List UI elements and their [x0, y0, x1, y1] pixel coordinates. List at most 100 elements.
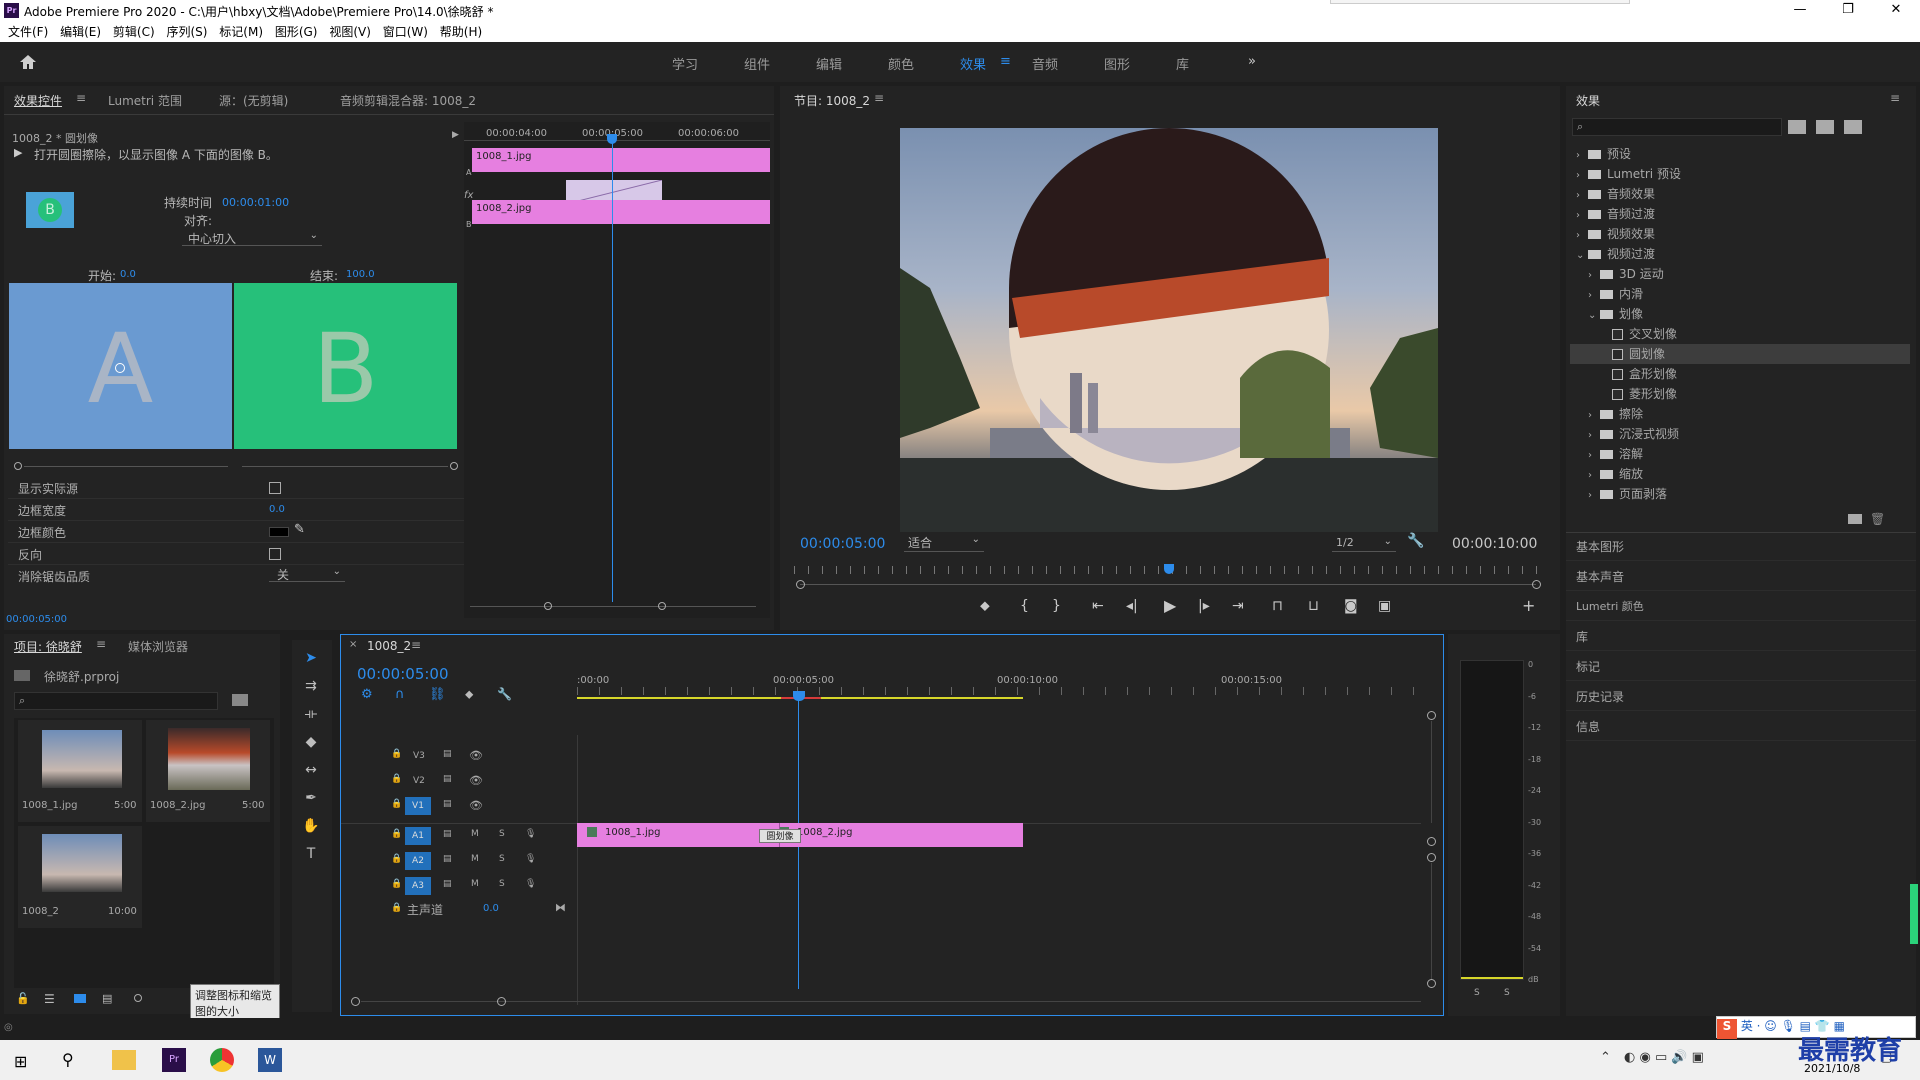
word-icon[interactable]: W — [258, 1048, 282, 1072]
minimize-button[interactable]: — — [1780, 2, 1820, 20]
program-playhead[interactable] — [1164, 564, 1174, 574]
effects-panel-title[interactable]: 效果 — [1576, 92, 1600, 109]
a2-sync-icon[interactable]: ▤ — [443, 854, 452, 864]
mini-clip-a[interactable]: 1008_1.jpg — [472, 148, 770, 172]
32bit-effects-icon[interactable] — [1816, 120, 1834, 134]
v2-lock-icon[interactable]: 🔒 — [391, 774, 402, 784]
tray-icons[interactable]: ◐ ◉ ▭ 🔊 ▣ — [1624, 1050, 1704, 1065]
program-monitor-title[interactable]: 节目: 1008_2 — [794, 92, 870, 109]
workspace-assembly[interactable]: 组件 — [744, 54, 770, 73]
chevron-right-icon[interactable]: › — [1588, 426, 1600, 446]
fit-dropdown[interactable]: 适合 ⌄ — [904, 534, 984, 552]
menu-edit[interactable]: 编辑(E) — [60, 22, 101, 42]
go-to-end-icon[interactable]: ⧓ — [555, 901, 566, 914]
mark-in-icon[interactable]: { — [1020, 598, 1029, 614]
a1-lock-icon[interactable]: 🔒 — [391, 829, 402, 839]
effects-tree-item[interactable]: › Lumetri 预设 — [1570, 164, 1910, 184]
selection-tool-icon[interactable]: ➤ — [300, 650, 322, 668]
maximize-button[interactable]: ❐ — [1828, 2, 1868, 20]
workspace-effects[interactable]: 效果 — [960, 54, 986, 73]
eyedropper-icon[interactable]: ✎ — [294, 522, 305, 537]
program-zoom-left[interactable] — [796, 580, 805, 589]
reverse-checkbox[interactable] — [269, 548, 281, 560]
panel-info[interactable]: 信息 — [1576, 718, 1600, 735]
anti-aliasing-dropdown[interactable]: 关 ⌄ — [269, 566, 345, 582]
effects-tree-item[interactable]: › 擦除 — [1570, 404, 1910, 424]
a1-mic-icon[interactable]: 🎙 — [525, 829, 536, 839]
effects-tree-item[interactable]: 圆划像 — [1570, 344, 1910, 364]
align-dropdown[interactable]: 中心切入 ⌄ — [182, 230, 322, 246]
effects-menu-icon[interactable]: ≡ — [1890, 91, 1900, 105]
nest-icon[interactable]: ⚙ — [361, 687, 373, 702]
tab-menu-icon[interactable]: ≡ — [76, 91, 86, 105]
linked-selection-icon[interactable]: ⛓ — [429, 687, 446, 702]
thumbnail-size-slider[interactable] — [134, 994, 142, 1002]
slip-tool-icon[interactable]: ↔ — [300, 762, 322, 780]
h-scroll-bar[interactable] — [361, 1001, 1421, 1002]
start-slider[interactable] — [24, 466, 228, 467]
chevron-right-icon[interactable]: › — [1576, 206, 1588, 226]
effects-tree-item[interactable]: › 沉浸式视频 — [1570, 424, 1910, 444]
start-value[interactable]: 0.0 — [120, 269, 136, 280]
a2-lock-icon[interactable]: 🔒 — [391, 854, 402, 864]
master-value[interactable]: 0.0 — [483, 903, 499, 914]
effects-tree-item[interactable]: › 3D 运动 — [1570, 264, 1910, 284]
effects-tree-item[interactable]: ⌄ 视频过渡 — [1570, 244, 1910, 264]
chevron-right-icon[interactable]: › — [1588, 446, 1600, 466]
go-to-out-icon[interactable]: ⇥ — [1232, 598, 1244, 614]
home-icon[interactable] — [18, 52, 38, 72]
windows-start-icon[interactable]: ⊞ — [14, 1052, 27, 1071]
v-scroll-bottom-handle[interactable] — [1427, 979, 1436, 988]
v3-sync-icon[interactable]: ▤ — [443, 749, 452, 759]
a3-label[interactable]: A3 — [405, 877, 431, 895]
project-menu-icon[interactable]: ≡ — [96, 637, 106, 651]
panel-essential-sound[interactable]: 基本声音 — [1576, 568, 1624, 585]
step-forward-icon[interactable]: |▸ — [1198, 598, 1210, 614]
workspace-color[interactable]: 颜色 — [888, 54, 914, 73]
panel-essential-graphics[interactable]: 基本图形 — [1576, 538, 1624, 555]
program-zoom-bar[interactable] — [800, 584, 1536, 585]
panel-markers[interactable]: 标记 — [1576, 658, 1600, 675]
a3-mic-icon[interactable]: 🎙 — [525, 879, 536, 889]
meter-solo-left[interactable]: S — [1474, 988, 1480, 998]
v1-sync-icon[interactable]: ▤ — [443, 799, 452, 809]
ime-mode[interactable]: 英 — [1741, 1019, 1753, 1033]
panel-history[interactable]: 历史记录 — [1576, 688, 1624, 705]
v3-lock-icon[interactable]: 🔒 — [391, 749, 402, 759]
chevron-right-icon[interactable]: › — [1588, 406, 1600, 426]
v-scroll-top-handle[interactable] — [1427, 711, 1436, 720]
a3-sync-icon[interactable]: ▤ — [443, 879, 452, 889]
panel-libraries[interactable]: 库 — [1576, 628, 1588, 645]
center-handle[interactable] — [115, 363, 125, 373]
project-search-input[interactable]: ⌕ — [14, 692, 218, 710]
ripple-edit-tool-icon[interactable]: ⟛ — [300, 706, 322, 724]
tab-audio-clip-mixer[interactable]: 音频剪辑混合器: 1008_2 — [340, 92, 476, 109]
v-scroll-audio[interactable] — [1431, 863, 1432, 979]
tab-media-browser[interactable]: 媒体浏览器 — [128, 638, 188, 655]
a2-solo[interactable]: S — [499, 854, 505, 864]
hand-tool-icon[interactable]: ✋ — [300, 818, 322, 836]
v3-eye-icon[interactable]: 👁 — [469, 749, 483, 762]
chevron-right-icon[interactable]: › — [1576, 186, 1588, 206]
effects-tree-item[interactable]: › 内滑 — [1570, 284, 1910, 304]
timeline-settings-wrench-icon[interactable]: 🔧 — [497, 687, 512, 701]
pen-tool-icon[interactable]: ✒ — [300, 790, 322, 808]
effects-tree-item[interactable]: › 音频过渡 — [1570, 204, 1910, 224]
track-select-tool-icon[interactable]: ⇉ — [300, 678, 322, 696]
v-scroll-mid-handle[interactable] — [1427, 837, 1436, 846]
export-frame-icon[interactable]: ◙ — [1344, 598, 1358, 614]
timeline-ruler[interactable] — [577, 687, 1423, 695]
effects-tree-item[interactable]: › 音频效果 — [1570, 184, 1910, 204]
effects-tree-item[interactable]: › 视频效果 — [1570, 224, 1910, 244]
mini-playhead[interactable] — [612, 136, 613, 602]
effects-tree-item[interactable]: 交叉划像 — [1570, 324, 1910, 344]
panel-lumetri-color[interactable]: Lumetri 颜色 — [1576, 598, 1644, 614]
lock-icon[interactable]: 🔓 — [16, 992, 30, 1005]
mini-playhead-handle[interactable] — [607, 134, 617, 144]
effects-tree-item[interactable]: 菱形划像 — [1570, 384, 1910, 404]
end-slider-handle[interactable] — [450, 462, 458, 470]
icon-view-icon[interactable] — [74, 994, 86, 1003]
chevron-right-icon[interactable]: › — [1588, 266, 1600, 286]
chevron-down-icon[interactable]: ⌄ — [1576, 246, 1588, 266]
chevron-down-icon[interactable]: ⌄ — [1588, 306, 1600, 326]
